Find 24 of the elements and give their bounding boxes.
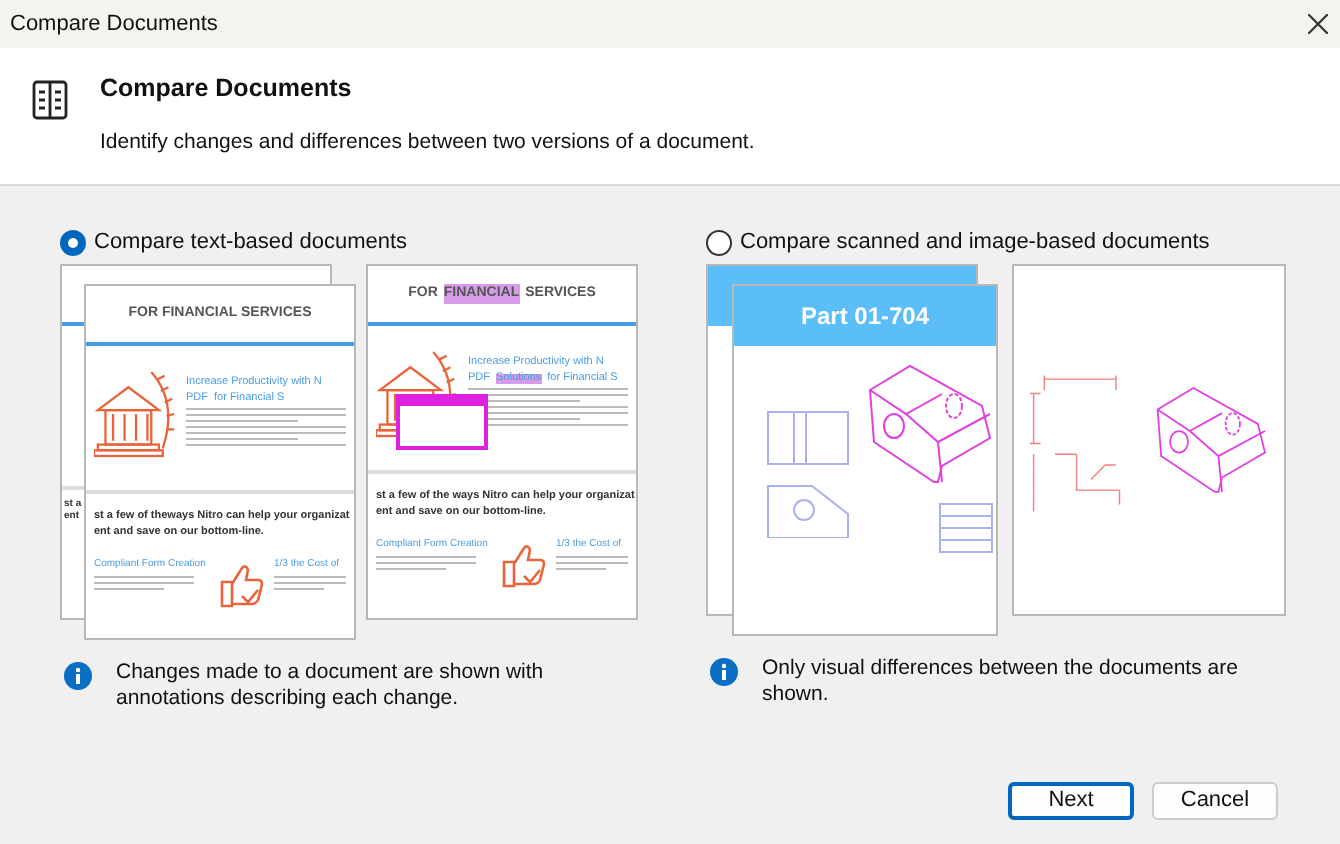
- text-lines-drawing: [94, 576, 194, 591]
- grid-drawing: [938, 502, 994, 554]
- header-title: Compare Documents: [100, 72, 354, 106]
- annotation-popup: [396, 394, 488, 450]
- header-description: Identify changes and differences between two versions of a document.: [100, 127, 755, 158]
- radio-button[interactable]: [60, 229, 86, 255]
- info-text: Only visual differences between the documents are shown.: [762, 656, 1240, 708]
- dialog-button[interactable]: Cancel: [1152, 782, 1278, 820]
- blueprint-drawing: [766, 410, 850, 538]
- cube-drawing: [866, 362, 994, 486]
- radio-button[interactable]: [706, 229, 732, 255]
- info-icon: [64, 662, 92, 690]
- option-label[interactable]: Compare text-based documents: [94, 225, 408, 259]
- text-lines-drawing: [555, 556, 628, 571]
- option-label[interactable]: Compare scanned and image-based documents: [740, 225, 1210, 259]
- window-title: Compare Documents: [10, 9, 218, 40]
- info-text: Changes made to a document are shown with annotations describing each change.: [116, 660, 546, 712]
- text-lines-drawing: [273, 576, 346, 591]
- close-icon[interactable]: [1308, 14, 1328, 34]
- compare-document-icon: [32, 80, 68, 120]
- text-lines-drawing: [376, 556, 476, 571]
- dialog-button[interactable]: Next: [1008, 782, 1134, 820]
- info-icon: [710, 658, 738, 686]
- page-title: Part 01-704: [800, 300, 930, 334]
